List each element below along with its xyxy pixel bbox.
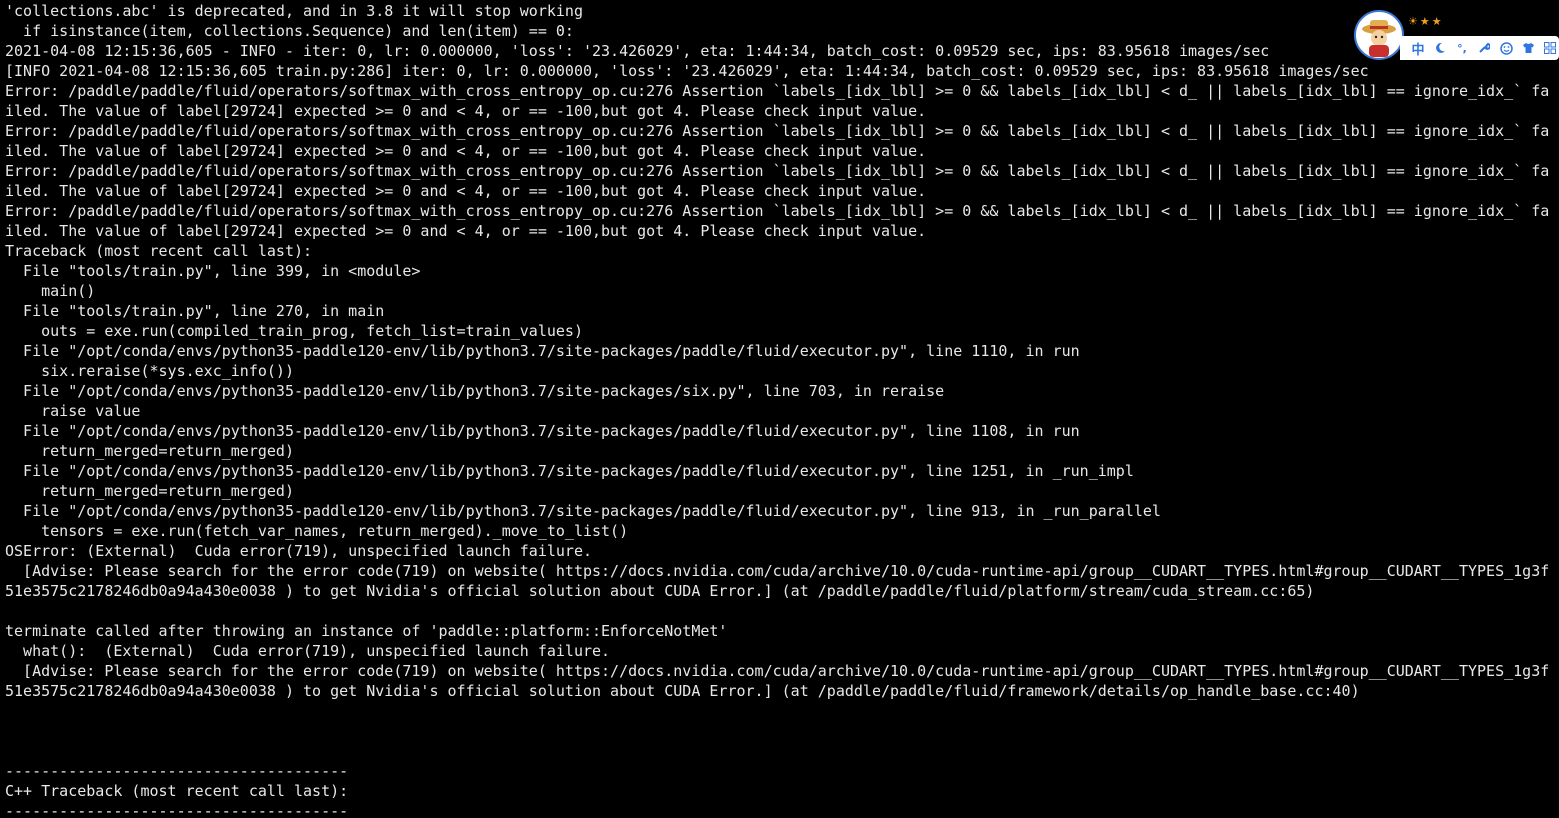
terminal-output[interactable]: 'collections.abc' is deprecated, and in …	[0, 0, 1559, 818]
terminal-line: iled. The value of label[29724] expected…	[5, 222, 927, 240]
terminal-line: --------------------------------------	[5, 762, 349, 780]
sun-icon: ☀	[1408, 14, 1418, 28]
terminal-line: File "/opt/conda/envs/python35-paddle120…	[5, 502, 1161, 520]
terminal-line: Error: /paddle/paddle/fluid/operators/so…	[5, 162, 1550, 180]
wrench-icon[interactable]	[1476, 39, 1492, 57]
terminal-line: main()	[5, 282, 96, 300]
terminal-line: --------------------------------------	[5, 802, 349, 818]
terminal-line: 51e3575c2178246db0a94a430e0038 ) to get …	[5, 682, 1360, 700]
star-icon: ★	[1419, 14, 1430, 28]
moon-icon[interactable]	[1432, 39, 1448, 57]
terminal-line: raise value	[5, 402, 141, 420]
terminal-line: [Advise: Please search for the error cod…	[5, 662, 1550, 680]
punctuation-icon[interactable]: °,	[1454, 39, 1470, 57]
ime-level-badge: ☀ ★ ★	[1408, 13, 1442, 29]
terminal-line: File "tools/train.py", line 399, in <mod…	[5, 262, 421, 280]
terminal-line: Error: /paddle/paddle/fluid/operators/so…	[5, 202, 1550, 220]
terminal-line: [Advise: Please search for the error cod…	[5, 562, 1550, 580]
ime-floating-toolbar[interactable]: ☀ ★ ★ 中 °,	[1354, 8, 1559, 64]
terminal-line: File "/opt/conda/envs/python35-paddle120…	[5, 462, 1134, 480]
ime-mode-toggle[interactable]: 中	[1410, 39, 1426, 58]
terminal-line: 51e3575c2178246db0a94a430e0038 ) to get …	[5, 582, 1315, 600]
terminal-line: terminate called after throwing an insta…	[5, 622, 728, 640]
terminal-line: File "/opt/conda/envs/python35-paddle120…	[5, 382, 945, 400]
terminal-line: Traceback (most recent call last):	[5, 242, 313, 260]
star-icon: ★	[1431, 14, 1442, 28]
shirt-icon[interactable]	[1520, 39, 1536, 57]
terminal-line: File "tools/train.py", line 270, in main	[5, 302, 385, 320]
terminal-line: if isinstance(item, collections.Sequence…	[5, 22, 574, 40]
grid-icon[interactable]	[1542, 39, 1558, 57]
ime-toolbar-bar: 中 °,	[1400, 36, 1559, 60]
terminal-line: return_merged=return_merged)	[5, 442, 294, 460]
terminal-line: iled. The value of label[29724] expected…	[5, 102, 927, 120]
terminal-line: six.reraise(*sys.exc_info())	[5, 362, 294, 380]
terminal-line: 'collections.abc' is deprecated, and in …	[5, 2, 583, 20]
terminal-line: 2021-04-08 12:15:36,605 - INFO - iter: 0…	[5, 42, 1270, 60]
terminal-line: File "/opt/conda/envs/python35-paddle120…	[5, 422, 1080, 440]
terminal-line: Error: /paddle/paddle/fluid/operators/so…	[5, 82, 1550, 100]
avatar-icon[interactable]	[1354, 10, 1404, 60]
terminal-line: return_merged=return_merged)	[5, 482, 294, 500]
terminal-line: iled. The value of label[29724] expected…	[5, 182, 927, 200]
terminal-line: File "/opt/conda/envs/python35-paddle120…	[5, 342, 1080, 360]
terminal-line: C++ Traceback (most recent call last):	[5, 782, 349, 800]
terminal-line: what(): (External) Cuda error(719), unsp…	[5, 642, 611, 660]
smiley-icon[interactable]	[1498, 39, 1514, 57]
terminal-line: outs = exe.run(compiled_train_prog, fetc…	[5, 322, 583, 340]
terminal-line: Error: /paddle/paddle/fluid/operators/so…	[5, 122, 1550, 140]
terminal-line: tensors = exe.run(fetch_var_names, retur…	[5, 522, 629, 540]
terminal-line: OSError: (External) Cuda error(719), uns…	[5, 542, 592, 560]
terminal-line: [INFO 2021-04-08 12:15:36,605 train.py:2…	[5, 62, 1369, 80]
terminal-line: iled. The value of label[29724] expected…	[5, 142, 927, 160]
